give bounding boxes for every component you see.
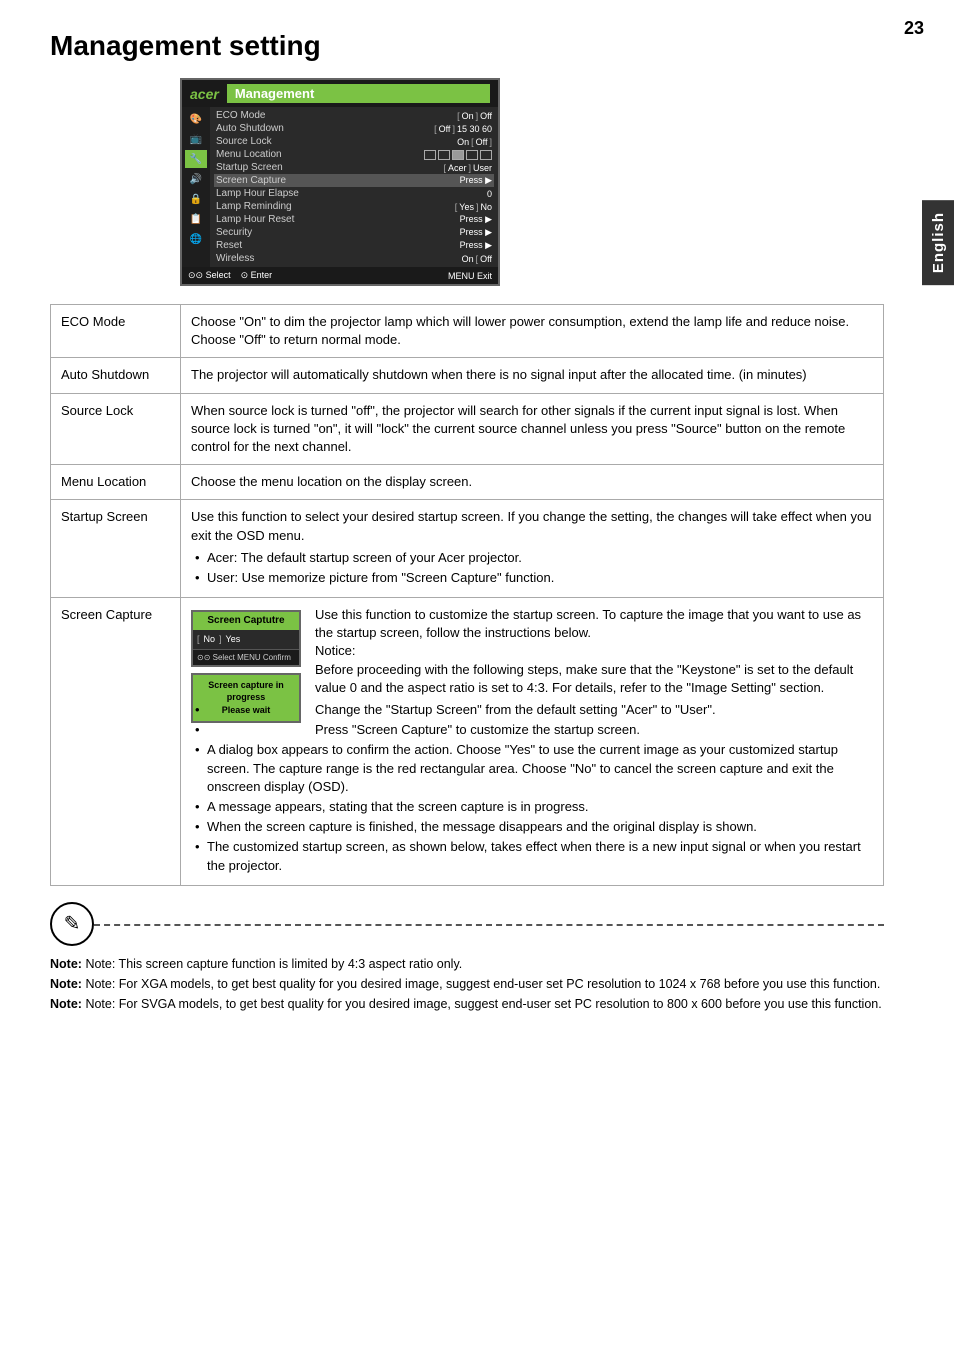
desc-autoshutdown: The projector will automatically shutdow…: [181, 358, 884, 393]
sc-option-no: No: [204, 633, 216, 646]
osd-icon-7: 🌐: [185, 230, 207, 248]
sc-bullet-2: Press "Screen Capture" to customize the …: [191, 721, 873, 739]
osd-screenshot: acer Management 🎨 📺 🔧 🔊 🔒 📋 🌐 ECO Mode […: [180, 78, 500, 286]
osd-logo: acer: [190, 86, 219, 102]
settings-table: ECO Mode Choose "On" to dim the projecto…: [50, 304, 884, 886]
table-row-screencapture: Screen Capture Screen Captutre [ No ]: [51, 598, 884, 886]
table-row-sourcelock: Source Lock When source lock is turned "…: [51, 393, 884, 465]
osd-icon-list: 🎨 📺 🔧 🔊 🔒 📋 🌐: [182, 107, 210, 267]
label-autoshutdown: Auto Shutdown: [51, 358, 181, 393]
label-screencapture: Screen Capture: [51, 598, 181, 886]
note-1: Note: Note: This screen capture function…: [50, 954, 884, 974]
osd-menu-rows: ECO Mode [ On ] Off Auto Shutdown [ Off …: [210, 107, 498, 267]
desc-startupscreen: Use this function to select your desired…: [181, 500, 884, 598]
osd-icon-3: 🔧: [185, 150, 207, 168]
desc-sourcelock: When source lock is turned "off", the pr…: [181, 393, 884, 465]
sc-dialog-title: Screen Captutre: [193, 612, 299, 630]
osd-row-menulocation: Menu Location: [214, 148, 494, 161]
sc-bullet-6: The customized startup screen, as shown …: [191, 838, 873, 874]
sc-bullet-4: A message appears, stating that the scre…: [191, 798, 873, 816]
page-number: 23: [904, 18, 924, 39]
osd-row-startupscreen: Startup Screen [ Acer ] User: [214, 161, 494, 174]
osd-row-reset: Reset Press ▶: [214, 239, 494, 252]
osd-row-lampelapse: Lamp Hour Elapse 0: [214, 187, 494, 200]
sc-bullet-5: When the screen capture is finished, the…: [191, 818, 873, 836]
label-eco: ECO Mode: [51, 305, 181, 358]
osd-enter-label: ⊙ Enter: [241, 270, 273, 281]
language-tab: English: [922, 200, 954, 285]
osd-row-eco: ECO Mode [ On ] Off: [214, 109, 494, 122]
table-row-startupscreen: Startup Screen Use this function to sele…: [51, 500, 884, 598]
osd-row-autoshutdown: Auto Shutdown [ Off ] 15 30 60: [214, 122, 494, 135]
startup-bullet-1: Acer: The default startup screen of your…: [191, 549, 873, 567]
desc-screencapture: Screen Captutre [ No ] Yes ⊙⊙ Select MEN…: [181, 598, 884, 886]
osd-row-wireless: Wireless On [ Off: [214, 252, 494, 265]
desc-eco: Choose "On" to dim the projector lamp wh…: [181, 305, 884, 358]
label-sourcelock: Source Lock: [51, 393, 181, 465]
table-row-menulocation: Menu Location Choose the menu location o…: [51, 465, 884, 500]
osd-row-screencapture: Screen Capture Press ▶: [214, 174, 494, 187]
note-3: Note: Note: For SVGA models, to get best…: [50, 994, 884, 1014]
note-2: Note: Note: For XGA models, to get best …: [50, 974, 884, 994]
sc-dialog-footer: ⊙⊙ Select MENU Confirm: [193, 650, 299, 665]
sc-bullet-1: Change the "Startup Screen" from the def…: [191, 701, 873, 719]
label-menulocation: Menu Location: [51, 465, 181, 500]
sc-bullet-3: A dialog box appears to confirm the acti…: [191, 741, 873, 796]
startup-bullet-2: User: Use memorize picture from "Screen …: [191, 569, 873, 587]
note-icon: ✎: [50, 902, 94, 946]
osd-select-label: ⊙⊙ Select: [188, 270, 231, 281]
table-row-eco: ECO Mode Choose "On" to dim the projecto…: [51, 305, 884, 358]
osd-row-security: Security Press ▶: [214, 226, 494, 239]
osd-icon-2: 📺: [185, 130, 207, 148]
label-startupscreen: Startup Screen: [51, 500, 181, 598]
table-row-autoshutdown: Auto Shutdown The projector will automat…: [51, 358, 884, 393]
osd-row-sourcelock: Source Lock On [ Off ]: [214, 135, 494, 148]
osd-icon-5: 🔒: [185, 190, 207, 208]
osd-icon-6: 📋: [185, 210, 207, 228]
osd-title: Management: [227, 84, 490, 103]
osd-exit-label: MENU Exit: [448, 271, 492, 281]
osd-icon-1: 🎨: [185, 110, 207, 128]
osd-icon-4: 🔊: [185, 170, 207, 188]
osd-footer: ⊙⊙ Select ⊙ Enter MENU Exit: [182, 267, 498, 284]
desc-menulocation: Choose the menu location on the display …: [181, 465, 884, 500]
osd-row-lampreminding: Lamp Reminding [ Yes ] No: [214, 200, 494, 213]
sc-option-yes: Yes: [226, 633, 241, 646]
page-title: Management setting: [50, 30, 884, 62]
osd-row-lamphourreset: Lamp Hour Reset Press ▶: [214, 213, 494, 226]
